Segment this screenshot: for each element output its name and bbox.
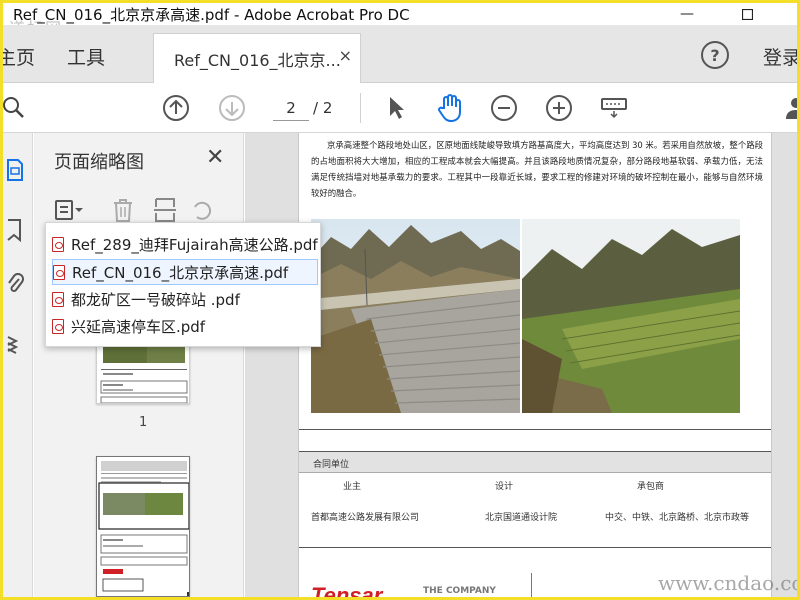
document-tab-label: Ref_CN_016_北京京... [174, 51, 341, 70]
maximize-icon [741, 8, 753, 20]
tab-close-icon[interactable]: × [339, 46, 352, 65]
bookmarks-icon[interactable] [3, 215, 27, 245]
column-head-owner: 业主 [343, 482, 362, 492]
dropdown-item-label: Ref_CN_016_北京京承高速.pdf [72, 263, 289, 282]
acrobat-window: Ref_CN_016_北京京承高速.pdf - Adobe Acrobat Pr… [3, 3, 797, 597]
dropdown-item-label: 都龙矿区一号破碎站 .pdf [71, 290, 240, 309]
project-photo-left [311, 219, 520, 413]
panel-close-icon[interactable]: ✕ [206, 145, 224, 170]
user-icon[interactable] [779, 91, 797, 125]
section-divider [299, 429, 771, 430]
left-icon-rail [3, 133, 33, 597]
footer-divider [531, 573, 532, 597]
pdf-file-icon [52, 318, 64, 334]
zoom-out-icon[interactable] [487, 91, 521, 125]
partners-header: 合同单位 [299, 451, 771, 473]
panel-title: 页面缩略图 [54, 152, 144, 173]
page-thumbnails-icon[interactable] [3, 155, 27, 185]
document-paragraph: 京承高速整个路段地处山区，区原地面线陡峻导致填方路基高度大，平均高度达到 30 … [311, 140, 763, 198]
pdf-file-icon [52, 236, 64, 252]
dropdown-item-active[interactable]: Ref_CN_016_北京京承高速.pdf [52, 259, 318, 285]
thumbnail-options-icon[interactable] [54, 195, 84, 225]
column-head-design: 设计 [495, 482, 514, 492]
pdf-page: 京承高速整个路段地处山区，区原地面线陡峻导致填方路基高度大，平均高度达到 30 … [298, 133, 772, 597]
partners-title: 合同单位 [313, 460, 350, 470]
help-icon[interactable]: ? [701, 41, 729, 69]
rotate-page-icon[interactable] [186, 195, 216, 225]
previous-page-icon[interactable] [159, 91, 193, 125]
home-tab[interactable]: 主页 [3, 43, 35, 70]
dropdown-item[interactable]: Ref_289_迪拜Fujairah高速公路.pdf [52, 231, 318, 257]
title-bar: Ref_CN_016_北京京承高速.pdf - Adobe Acrobat Pr… [3, 3, 797, 25]
select-cursor-icon[interactable] [379, 91, 413, 125]
zoom-in-icon[interactable] [542, 91, 576, 125]
pdf-file-icon [53, 264, 65, 280]
thumbnail-2-preview [97, 457, 189, 596]
login-button[interactable]: 登录 [763, 43, 797, 70]
maximize-button[interactable] [727, 3, 767, 25]
page-thumbnails-panel: 页面缩略图 ✕ 1 [34, 133, 244, 597]
layers-icon[interactable] [3, 329, 27, 359]
minimize-button[interactable]: — [667, 3, 707, 25]
toolbar-divider [360, 93, 361, 123]
search-icon[interactable] [3, 91, 31, 125]
hand-tool-icon[interactable] [433, 91, 467, 125]
next-page-icon[interactable] [215, 91, 249, 125]
page-thumbnail-1[interactable] [96, 338, 190, 404]
window-title: Ref_CN_016_北京京承高速.pdf - Adobe Acrobat Pr… [13, 6, 410, 24]
project-photo-right [522, 219, 740, 413]
page-number-input[interactable]: 2 [273, 95, 309, 121]
tensar-tagline: THE COMPANY [423, 586, 496, 596]
open-documents-dropdown: Ref_289_迪拜Fujairah高速公路.pdf Ref_CN_016_北京… [45, 222, 321, 347]
column-value-design: 北京国道通设计院 [485, 513, 558, 523]
attachments-icon[interactable] [3, 269, 27, 299]
tools-tab[interactable]: 工具 [67, 43, 105, 70]
page-total: / 2 [313, 99, 333, 117]
section-divider-bottom [299, 547, 771, 548]
column-value-owner: 首都高速公路发展有限公司 [311, 513, 420, 523]
pdf-file-icon [52, 291, 64, 307]
dropdown-item[interactable]: 兴延高速停车区.pdf [52, 313, 318, 339]
tensar-logo: Tensar [311, 583, 383, 597]
tab-bar: 主页 工具 Ref_CN_016_北京京... × ? 登录 [3, 25, 797, 84]
main-toolbar: 2 / 2 [3, 83, 797, 133]
dropdown-item-label: 兴延高速停车区.pdf [71, 317, 206, 336]
insert-page-icon[interactable] [150, 195, 180, 225]
delete-page-icon[interactable] [108, 195, 138, 225]
document-view: 京承高速整个路段地处山区，区原地面线陡峻导致填方路基高度大，平均高度达到 30 … [245, 133, 797, 597]
watermark-bottom: www.cndao.com [658, 571, 797, 595]
dropdown-item-label: Ref_289_迪拜Fujairah高速公路.pdf [71, 235, 318, 254]
thumbnail-1-preview [100, 339, 188, 403]
dropdown-item[interactable]: 都龙矿区一号破碎站 .pdf [52, 286, 318, 312]
document-tab[interactable]: Ref_CN_016_北京京... × [153, 33, 361, 84]
thumbnail-1-number: 1 [139, 415, 148, 430]
column-head-contractor: 承包商 [637, 482, 665, 492]
keyboard-icon[interactable] [597, 91, 631, 125]
page-thumbnail-2[interactable] [96, 456, 190, 597]
column-value-contractor: 中交、中铁、北京路桥、北京市政等 [605, 513, 750, 523]
